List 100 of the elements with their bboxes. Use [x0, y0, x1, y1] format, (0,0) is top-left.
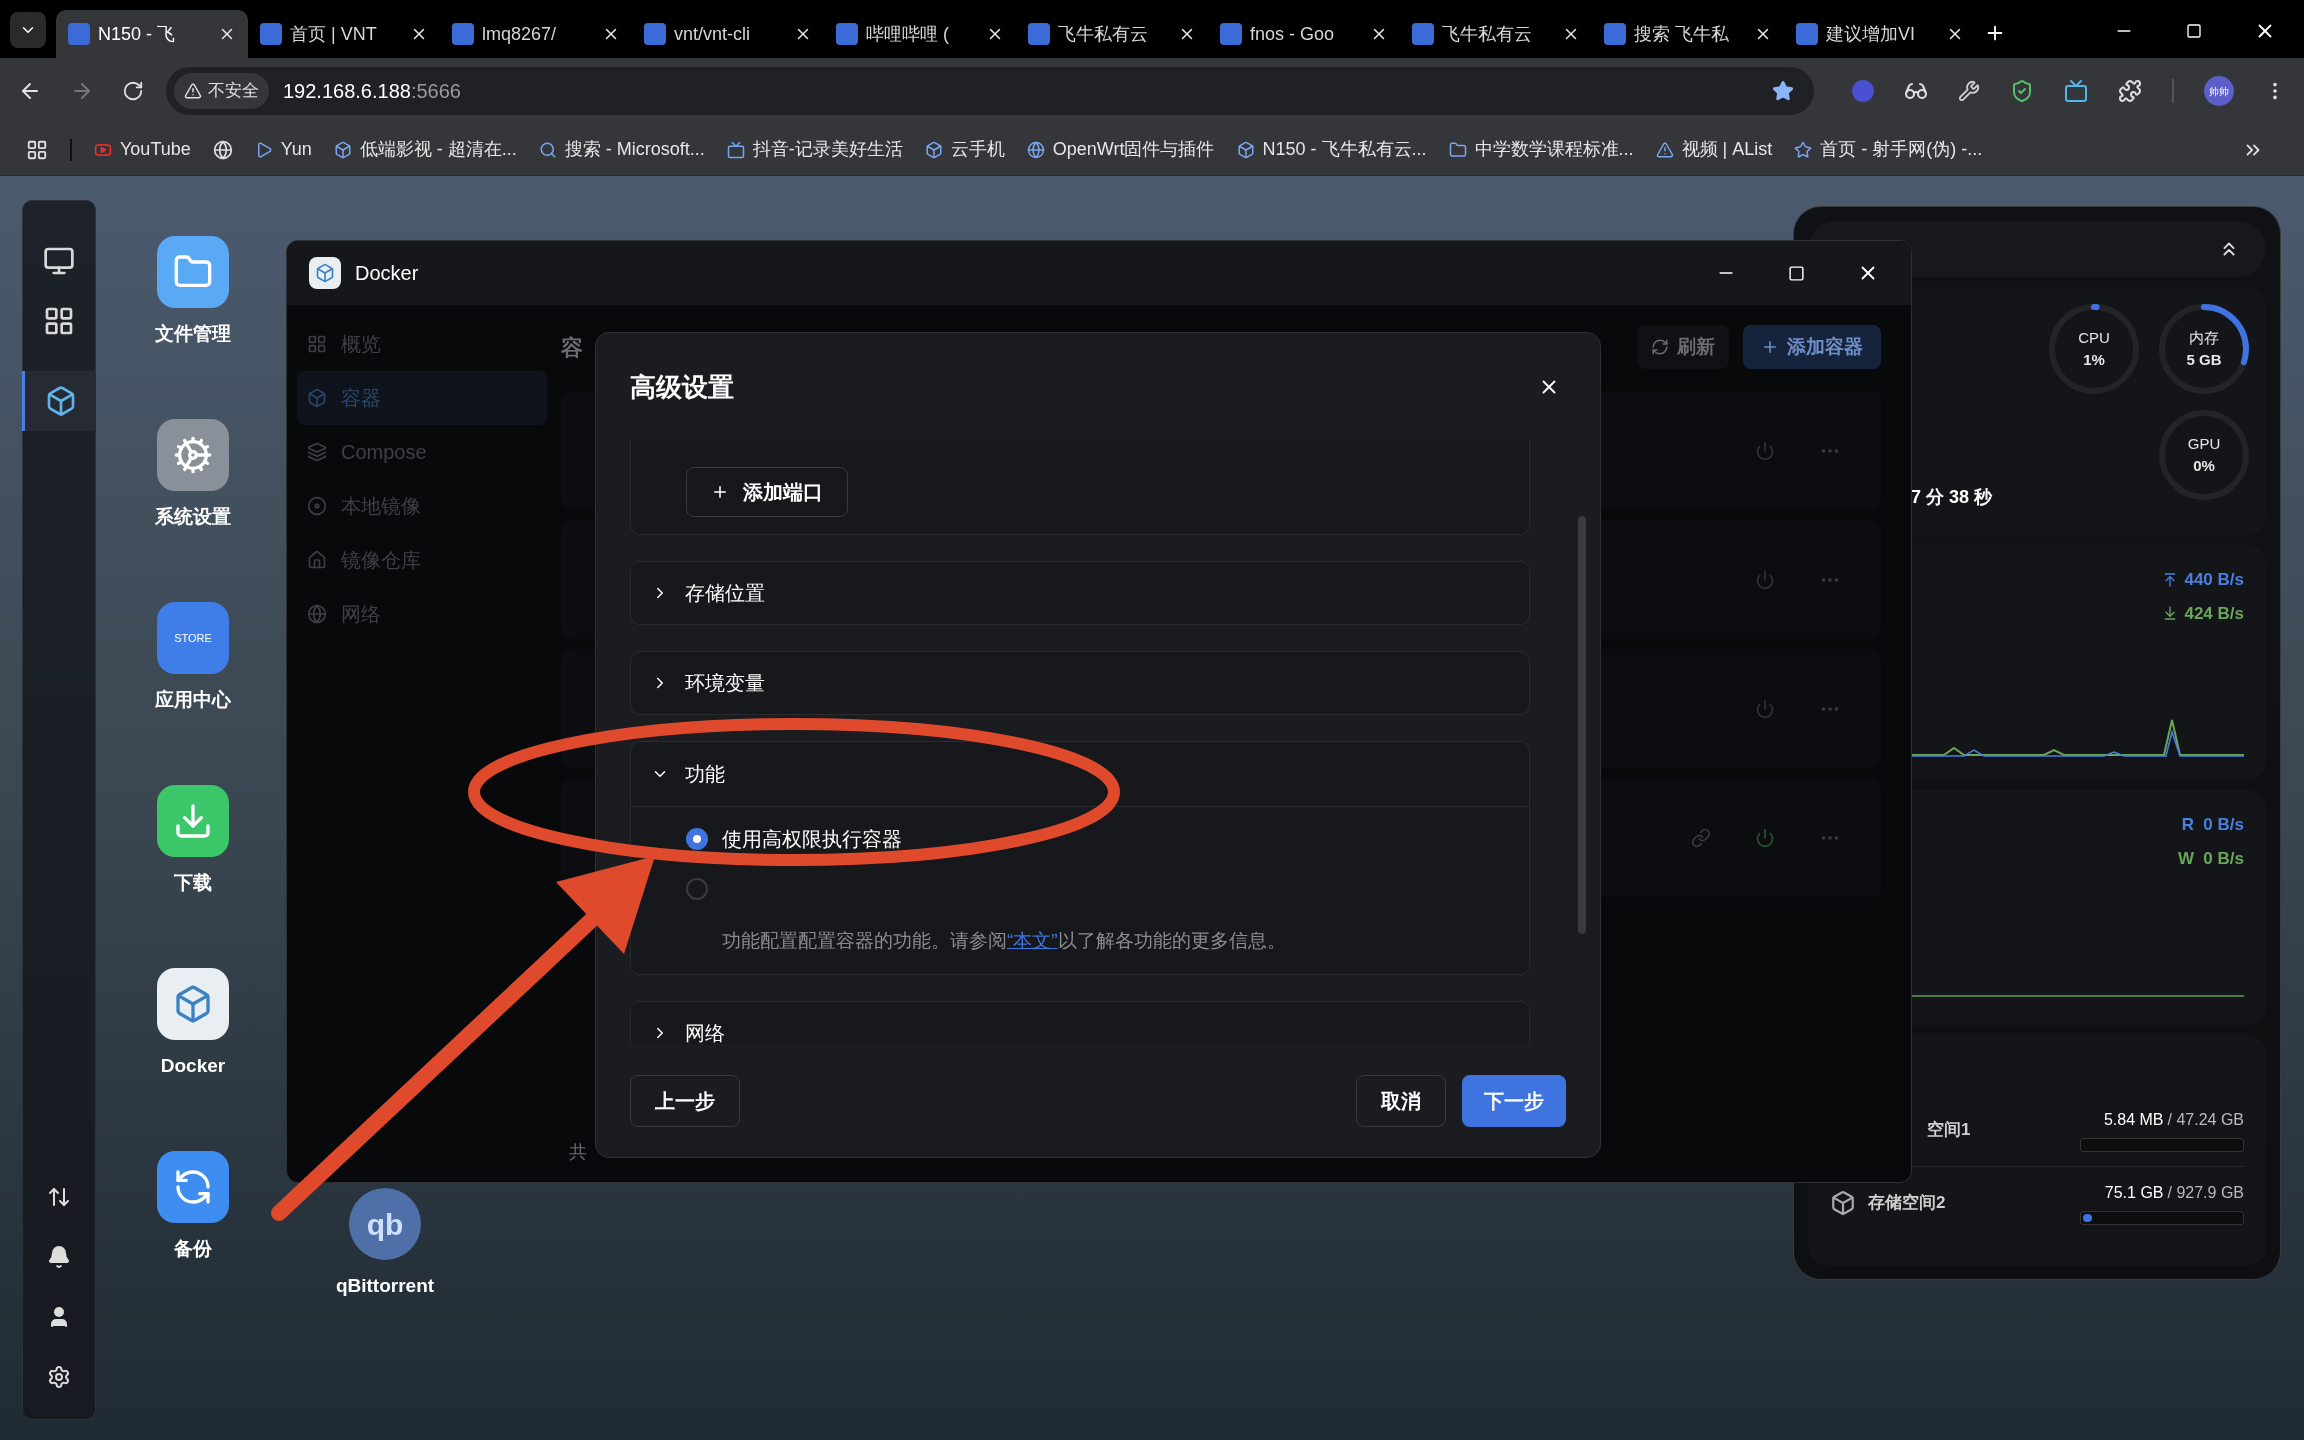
browser-tab[interactable]: 飞牛私有云: [1016, 10, 1208, 58]
ring-label: CPU: [2078, 327, 2110, 348]
app-label[interactable]: 下载: [174, 869, 212, 898]
disc-icon: [307, 496, 327, 516]
browser-tab[interactable]: 飞牛私有云: [1400, 10, 1592, 58]
radio-label: 使用高权限执行容器: [722, 827, 902, 852]
storage-name: 存储空间2: [1868, 1192, 1946, 1215]
bookmark-link[interactable]: 云手机: [924, 136, 1005, 163]
gear-icon: [173, 435, 213, 475]
apps-grid-icon: [43, 305, 75, 337]
browser-tab[interactable]: N150 - 飞: [56, 10, 248, 58]
radio-button[interactable]: [686, 828, 708, 850]
favicon-icon: [260, 23, 282, 45]
browser-tab[interactable]: fnos - Goo: [1208, 10, 1400, 58]
app-icon[interactable]: STORE: [157, 602, 229, 674]
app-icon[interactable]: [157, 419, 229, 491]
bookmark-label: 搜索 - Microsoft...: [564, 138, 705, 161]
add-container-button[interactable]: 添加容器: [1743, 325, 1881, 369]
browser-tab[interactable]: 首页 | VNT: [248, 10, 440, 58]
favicon-icon: [644, 23, 666, 45]
browser-tab[interactable]: vnt/vnt-cli: [632, 10, 824, 58]
maximize-icon[interactable]: [2186, 23, 2202, 39]
radio-button[interactable]: [686, 878, 708, 900]
plus-icon: [1761, 338, 1779, 356]
cancel-button[interactable]: 取消: [1356, 1074, 1446, 1127]
article-link[interactable]: “本文”: [1007, 930, 1058, 951]
transfer-icon[interactable]: [47, 1185, 71, 1209]
storage-used: 5.84 MB: [2103, 1110, 2164, 1130]
tab-title: 飞牛私有云: [1058, 22, 1149, 46]
bookmark-link[interactable]: N150 - 飞牛私有云...: [1236, 136, 1427, 163]
scrollbar-thumb[interactable]: [1578, 516, 1586, 934]
browser-tab[interactable]: 搜索 飞牛私: [1592, 10, 1784, 58]
favicon-icon: [1236, 140, 1255, 159]
apps-icon[interactable]: [26, 138, 48, 161]
app-label[interactable]: qBittorrent: [335, 1272, 435, 1301]
bookmark-link[interactable]: 抖音-记录美好生活: [726, 136, 903, 163]
bookmark-link[interactable]: 低端影视 - 超清在...: [333, 136, 517, 163]
reload-icon[interactable]: [122, 80, 144, 102]
browser-tab[interactable]: 哔哩哔哩 (: [824, 10, 1016, 58]
app-icon[interactable]: [157, 785, 229, 857]
tab-title: fnos - Goo: [1250, 22, 1336, 46]
bookmark-link[interactable]: OpenWrt固件与插件: [1026, 136, 1215, 163]
wrench-icon[interactable]: [1958, 80, 1980, 102]
tv-icon[interactable]: [2064, 79, 2088, 103]
url-port: :5666: [410, 79, 461, 104]
back-button[interactable]: 上一步: [630, 1074, 740, 1127]
favicon-icon: [1794, 140, 1813, 159]
bookmark-link[interactable]: YouTube: [94, 136, 191, 163]
storage-total: / 927.9 GB: [2167, 1183, 2244, 1203]
ring-value: 5 GB: [2186, 350, 2222, 370]
browser-tab[interactable]: 建议增加VI: [1784, 10, 1976, 58]
app-label[interactable]: 备份: [174, 1235, 212, 1264]
refresh-button[interactable]: 刷新: [1637, 325, 1729, 369]
ring-value: 0%: [2193, 456, 2215, 476]
address-bar[interactable]: 不安全 192.168.6.188:5666: [166, 67, 1814, 115]
bookmark-link[interactable]: 首页 - 射手网(伪) -...: [1794, 136, 1983, 163]
bookmark-label: 抖音-记录美好生活: [752, 138, 903, 161]
next-button[interactable]: 下一步: [1462, 1074, 1566, 1127]
app-label[interactable]: 应用中心: [155, 686, 231, 715]
layers-icon: [307, 442, 327, 462]
favicon-icon: [1448, 140, 1467, 159]
bookmark-label: 首页 - 射手网(伪) -...: [1820, 138, 1983, 161]
settings-icon[interactable]: [47, 1365, 71, 1389]
tab-search-button[interactable]: [10, 12, 46, 48]
accordion-header[interactable]: 环境变量: [631, 652, 1529, 714]
download-icon: [173, 801, 213, 841]
profile-avatar[interactable]: 帅帅: [2204, 76, 2234, 106]
favicon-icon: [1026, 140, 1045, 159]
radio-option[interactable]: 使用高权限执行容器: [686, 827, 902, 851]
dock-item[interactable]: [22, 371, 96, 431]
app-label[interactable]: 文件管理: [155, 320, 231, 349]
monitor-icon: [43, 245, 75, 277]
option-description: 功能配置配置容器的功能。请参阅“本文”以了解各功能的更多信息。: [721, 929, 1287, 953]
plus-icon: [711, 483, 729, 501]
app-label[interactable]: Docker: [160, 1052, 226, 1081]
ring-label: 内存: [2189, 327, 2219, 348]
bookmark-link[interactable]: 中学数学课程标准...: [1448, 136, 1634, 163]
bookmark-star-icon[interactable]: [1772, 80, 1794, 102]
app-icon[interactable]: [157, 1151, 229, 1223]
puzzle-icon[interactable]: [2118, 79, 2142, 103]
security-chip[interactable]: 不安全: [174, 73, 269, 109]
add-port-button[interactable]: 添加端口: [686, 467, 848, 517]
app-icon[interactable]: [157, 968, 229, 1040]
shield-icon[interactable]: [2010, 79, 2034, 103]
maximize-icon[interactable]: [1788, 264, 1805, 282]
browser-tab[interactable]: lmq8267/: [440, 10, 632, 58]
bookmark-link[interactable]: 搜索 - Microsoft...: [538, 136, 705, 163]
cube-icon: [307, 388, 327, 408]
accordion-header[interactable]: 网络: [631, 1001, 1529, 1044]
favicon-icon: [836, 23, 858, 45]
bookmark-link[interactable]: 视频 | AList: [1655, 136, 1773, 163]
accordion-header[interactable]: 功能: [631, 742, 1529, 807]
bell-icon[interactable]: [47, 1245, 71, 1269]
tab-title: 飞牛私有云: [1442, 22, 1533, 46]
bookmark-link[interactable]: Yun: [254, 136, 312, 163]
app-label[interactable]: 系统设置: [155, 503, 231, 532]
accordion-header[interactable]: 存储位置: [631, 562, 1529, 624]
globe-icon[interactable]: [212, 139, 233, 160]
app-icon[interactable]: [157, 236, 229, 308]
cube-icon: [315, 263, 335, 283]
